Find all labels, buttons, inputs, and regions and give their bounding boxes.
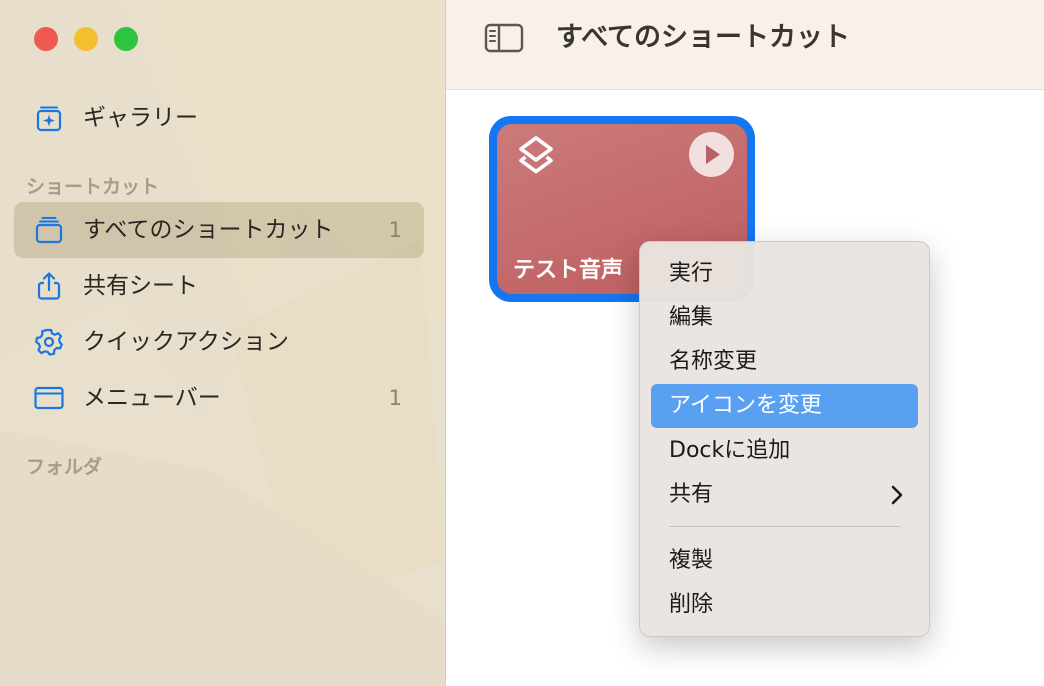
sidebar-item-all-shortcuts[interactable]: すべてのショートカット 1 (14, 202, 424, 258)
menu-item-add-to-dock[interactable]: Dockに追加 (651, 429, 918, 473)
sidebar-section-folders: フォルダ (26, 456, 103, 478)
sidebar-item-label: クイックアクション (83, 329, 289, 355)
sidebar-toggle-icon[interactable] (484, 22, 524, 54)
menu-item-label: アイコンを変更 (669, 393, 822, 418)
stack-icon (35, 217, 63, 244)
sidebar-item-quick-actions[interactable]: クイックアクション (14, 314, 424, 370)
shortcuts-icon (519, 136, 553, 174)
shortcuts-window: ギャラリー ショートカット すべてのショートカット 1 共有シート クイックアク… (0, 0, 1044, 686)
menu-item-label: 複製 (669, 548, 714, 573)
sidebar-item-label: 共有シート (83, 273, 198, 299)
share-icon (37, 272, 61, 300)
chevron-right-icon (891, 485, 903, 505)
sidebar-item-label: ギャラリー (83, 105, 198, 131)
context-menu: 実行 編集 名称変更 アイコンを変更 Dockに追加 共有 複製 削除 (639, 241, 930, 637)
play-icon (706, 145, 720, 164)
gear-icon (35, 328, 63, 356)
menu-item-change-icon[interactable]: アイコンを変更 (651, 384, 918, 428)
sidebar-item-share-sheet[interactable]: 共有シート (14, 258, 424, 314)
menu-item-label: 共有 (669, 482, 714, 507)
sidebar-item-label: すべてのショートカット (83, 217, 334, 243)
menu-item-delete[interactable]: 削除 (651, 583, 918, 627)
sidebar-item-menu-bar[interactable]: メニューバー 1 (14, 370, 424, 426)
menu-item-label: 実行 (669, 261, 714, 286)
menu-item-label: 編集 (669, 305, 714, 330)
sidebar-item-count: 1 (388, 218, 402, 242)
shortcut-title: テスト音声 (513, 258, 624, 283)
zoom-button[interactable] (114, 27, 138, 51)
menu-item-edit[interactable]: 編集 (651, 296, 918, 340)
sidebar-item-count: 1 (388, 386, 402, 410)
minimize-button[interactable] (74, 27, 98, 51)
gallery-icon (36, 106, 62, 132)
page-title: すべてのショートカット (556, 22, 851, 53)
toolbar: すべてのショートカット (446, 0, 1044, 90)
menu-item-rename[interactable]: 名称変更 (651, 340, 918, 384)
close-button[interactable] (34, 27, 58, 51)
menu-item-label: 名称変更 (669, 349, 758, 374)
menubar-icon (34, 386, 64, 410)
menu-item-label: Dockに追加 (669, 438, 791, 463)
sidebar-section-shortcuts: ショートカット (26, 176, 160, 198)
menu-item-run[interactable]: 実行 (651, 252, 918, 296)
sidebar: ギャラリー ショートカット すべてのショートカット 1 共有シート クイックアク… (0, 0, 446, 686)
menu-item-share[interactable]: 共有 (651, 473, 918, 517)
sidebar-item-label: メニューバー (83, 385, 221, 411)
sidebar-item-gallery[interactable]: ギャラリー (14, 90, 424, 146)
play-button[interactable] (689, 132, 734, 177)
menu-item-duplicate[interactable]: 複製 (651, 539, 918, 583)
menu-separator (669, 526, 900, 527)
menu-item-label: 削除 (669, 592, 714, 617)
